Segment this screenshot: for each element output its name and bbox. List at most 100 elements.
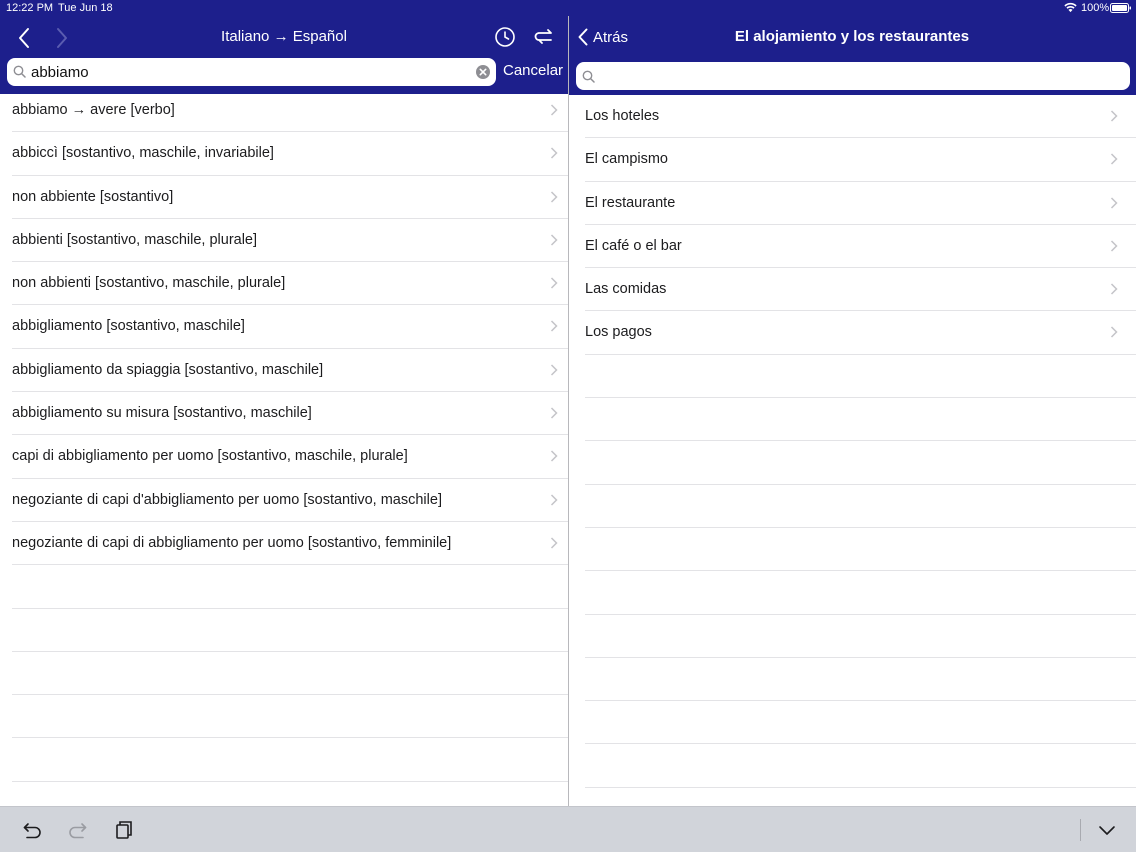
list-item-label: El café o el bar (585, 237, 682, 254)
chevron-right-icon (550, 234, 558, 246)
cancel-button[interactable]: Cancelar (503, 62, 563, 79)
empty-row (585, 441, 1136, 485)
list-item-label: El campismo (585, 151, 668, 168)
search-input[interactable] (31, 61, 471, 83)
status-bar: 12:22 PM Tue Jun 18 100% (0, 0, 1136, 16)
battery-icon (1110, 3, 1131, 13)
list-item-label: non abbiente [sostantivo] (12, 188, 174, 205)
battery-percentage: 100% (1081, 2, 1110, 14)
empty-row (585, 485, 1136, 528)
chevron-right-icon (550, 494, 558, 506)
empty-row (12, 695, 568, 739)
chevron-left-icon (19, 28, 29, 48)
swap-languages-icon[interactable] (532, 24, 558, 50)
list-item[interactable]: abbienti [sostantivo, maschile, plurale] (12, 219, 568, 263)
chevron-right-icon (550, 191, 558, 203)
list-item-label: abbigliamento su misura [sostantivo, mas… (12, 405, 312, 422)
results-list: abbiamo → avere [verbo] abbiccì [sostant… (0, 89, 568, 782)
chevron-right-icon (1110, 240, 1118, 252)
back-button[interactable]: Atrás (577, 28, 628, 46)
list-item[interactable]: Los pagos (585, 311, 1136, 355)
list-item[interactable]: abbigliamento su misura [sostantivo, mas… (12, 392, 568, 436)
list-item-label: negoziante di capi di abbigliamento per … (12, 534, 452, 551)
search-icon (582, 70, 595, 83)
topics-list: Los hoteles El campismo El restaurante E… (569, 95, 1136, 788)
paste-icon[interactable] (112, 819, 134, 841)
topic-search-input[interactable] (600, 65, 1120, 87)
chevron-right-icon (550, 320, 558, 333)
keyboard-toolbar (0, 806, 1136, 852)
list-item-label: abbienti [sostantivo, maschile, plurale] (12, 231, 258, 248)
empty-row (585, 398, 1136, 442)
list-item[interactable]: non abbienti [sostantivo, maschile, plur… (12, 262, 568, 306)
right-pane: Atrás El alojamiento y los restaurantes … (569, 16, 1136, 806)
list-item-label: capi di abbigliamento per uomo [sostanti… (12, 448, 408, 465)
list-item[interactable]: El restaurante (585, 182, 1136, 225)
list-item[interactable]: negoziante di capi d'abbigliamento per u… (12, 479, 568, 522)
empty-row (12, 565, 568, 609)
chevron-right-icon (57, 28, 67, 48)
list-item-label: Los hoteles (585, 108, 660, 124)
chevron-right-icon (1110, 283, 1118, 295)
list-item[interactable]: abbigliamento da spiaggia [sostantivo, m… (12, 349, 568, 393)
redo-icon[interactable] (66, 819, 88, 841)
list-item[interactable]: negoziante di capi di abbigliamento per … (12, 522, 568, 566)
list-item-label: abbiccì [sostantivo, maschile, invariabi… (12, 145, 274, 162)
history-clock-icon[interactable] (492, 24, 518, 50)
left-pane: Italiano → Español Cancelar abbiamo → av… (0, 16, 568, 806)
list-item[interactable]: capi di abbigliamento per uomo [sostanti… (12, 435, 568, 479)
chevron-right-icon (1110, 110, 1118, 122)
empty-row (585, 571, 1136, 615)
list-item-label: non abbienti [sostantivo, maschile, plur… (12, 275, 286, 292)
topic-search-bar (576, 62, 1130, 90)
clear-search-icon[interactable] (475, 64, 491, 80)
empty-row (585, 355, 1136, 399)
back-label: Atrás (593, 28, 629, 46)
list-item[interactable]: Los hoteles (585, 95, 1136, 139)
list-item[interactable]: abbiccì [sostantivo, maschile, invariabi… (12, 132, 568, 176)
chevron-right-icon (550, 104, 558, 116)
search-icon (13, 65, 26, 78)
empty-row (12, 652, 568, 696)
chevron-right-icon (1110, 326, 1118, 339)
list-item[interactable]: non abbiente [sostantivo] (12, 176, 568, 219)
chevron-right-icon (1110, 197, 1118, 209)
list-item-label: negoziante di capi d'abbigliamento per u… (12, 491, 442, 508)
list-item[interactable]: El café o el bar (585, 225, 1136, 269)
list-item-label: abbigliamento [sostantivo, maschile] (12, 318, 245, 335)
list-item-label: abbiamo → avere [verbo] (12, 102, 175, 118)
chevron-right-icon (550, 147, 558, 159)
wifi-icon (1064, 2, 1077, 13)
toolbar-separator (1080, 819, 1081, 841)
list-item-label: El restaurante (585, 194, 676, 211)
list-item[interactable]: abbigliamento [sostantivo, maschile] (12, 305, 568, 349)
forward-button[interactable] (48, 24, 76, 52)
chevron-right-icon (550, 450, 558, 462)
dismiss-keyboard-chevron-down-icon[interactable] (1096, 819, 1118, 841)
page-title: El alojamiento y los restaurantes (734, 28, 970, 45)
right-header: Atrás El alojamiento y los restaurantes (569, 16, 1136, 96)
language-pair-title[interactable]: Italiano → Español (140, 28, 428, 45)
list-item[interactable]: abbiamo → avere [verbo] (12, 89, 568, 133)
empty-row (585, 701, 1136, 745)
chevron-right-icon (550, 537, 558, 549)
empty-row (585, 528, 1136, 572)
search-bar (7, 58, 496, 86)
empty-row (585, 615, 1136, 658)
undo-icon[interactable] (22, 819, 44, 841)
status-time: 12:22 PM (6, 2, 54, 14)
empty-row (585, 658, 1136, 702)
list-item-label: Las comidas (585, 281, 667, 298)
chevron-right-icon (550, 407, 558, 419)
list-item[interactable]: Las comidas (585, 268, 1136, 312)
empty-row (12, 609, 568, 652)
chevron-right-icon (550, 364, 558, 376)
list-item-label: Los pagos (585, 324, 652, 341)
status-date: Tue Jun 18 (58, 2, 113, 14)
chevron-left-icon (578, 28, 588, 46)
list-item-label: abbigliamento da spiaggia [sostantivo, m… (12, 361, 324, 378)
back-button[interactable] (10, 24, 38, 52)
list-item[interactable]: El campismo (585, 138, 1136, 182)
left-header: Italiano → Español Cancelar (0, 16, 568, 94)
chevron-right-icon (550, 277, 558, 289)
